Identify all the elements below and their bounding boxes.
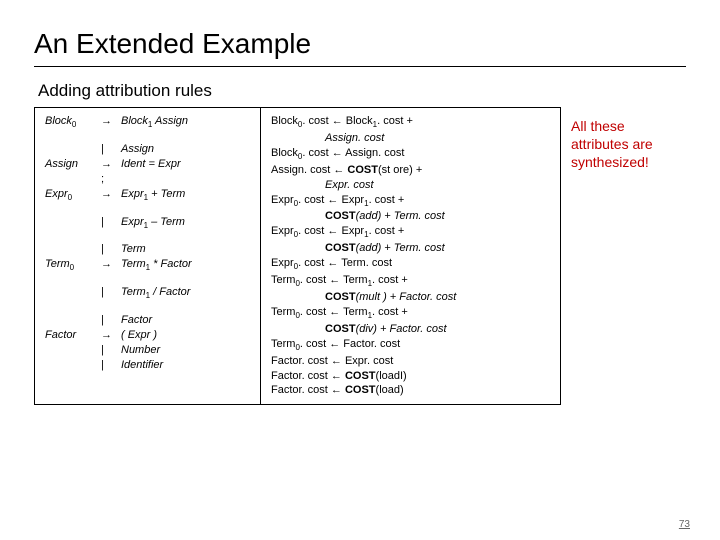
pipe-icon: | xyxy=(101,142,121,157)
t: (mult ) + Factor. cost xyxy=(356,291,457,303)
cost: COST xyxy=(325,242,356,254)
t: Expr. cost xyxy=(271,178,552,193)
t: Factor. cost ← xyxy=(271,370,345,382)
t: Expr xyxy=(271,194,294,206)
rhs: – Term xyxy=(148,216,185,228)
sub: 0 xyxy=(70,264,74,273)
cost: COST xyxy=(347,164,378,176)
t: (add) + Term. cost xyxy=(356,210,445,222)
rhs: Term xyxy=(121,286,146,298)
t: . cost + xyxy=(369,225,405,237)
t: (div) + Factor. cost xyxy=(356,323,447,335)
lhs: Block xyxy=(45,115,72,127)
semicolon: ; xyxy=(101,172,121,187)
rhs: / Factor xyxy=(150,286,190,298)
t: Assign. cost ← xyxy=(271,164,347,176)
t: Factor. cost ← xyxy=(271,384,345,396)
t: . cost + xyxy=(369,194,405,206)
content-row: Block0 → Block1 Assign |Assign Assign→Id… xyxy=(0,107,720,405)
sub: 0 xyxy=(72,120,76,129)
cost: COST xyxy=(345,370,376,382)
rhs: Block xyxy=(121,115,148,127)
pipe-icon: | xyxy=(101,358,121,373)
sub: 0 xyxy=(68,193,72,202)
t: . cost ← Expr xyxy=(298,194,364,206)
t: . cost ← Assign. cost xyxy=(302,147,404,159)
pipe-icon: | xyxy=(101,343,121,358)
rhs: Ident = Expr xyxy=(121,157,181,172)
rhs: * Factor xyxy=(150,258,192,270)
arrow-icon: → xyxy=(101,114,121,131)
t: (load) xyxy=(376,384,404,396)
grammar-productions: Block0 → Block1 Assign |Assign Assign→Id… xyxy=(35,108,260,404)
t: . cost ← Term xyxy=(300,274,368,286)
t: (add) + Term. cost xyxy=(356,242,445,254)
lhs: Factor xyxy=(45,328,101,343)
t: Block xyxy=(271,147,298,159)
rhs: Assign xyxy=(152,115,188,127)
cost: COST xyxy=(345,384,376,396)
pipe-icon: | xyxy=(101,285,121,302)
t: (st ore) + xyxy=(378,164,422,176)
t: (loadI) xyxy=(376,370,407,382)
rhs: Term xyxy=(121,258,146,270)
cost: COST xyxy=(325,210,356,222)
t: . cost + xyxy=(372,274,408,286)
cost: COST xyxy=(325,323,356,335)
t: Term xyxy=(271,338,295,350)
cost: COST xyxy=(325,291,356,303)
rhs: Identifier xyxy=(121,358,163,373)
rhs: + Term xyxy=(148,188,185,200)
t: Term xyxy=(271,306,295,318)
rhs: Expr xyxy=(121,216,144,228)
title-underline xyxy=(34,66,686,67)
slide-subtitle: Adding attribution rules xyxy=(0,81,720,107)
t: Term xyxy=(271,274,295,286)
arrow-icon: → xyxy=(101,157,121,172)
arrow-icon: → xyxy=(101,328,121,343)
grammar-table: Block0 → Block1 Assign |Assign Assign→Id… xyxy=(34,107,561,405)
t: Expr xyxy=(271,225,294,237)
t: . cost ← Expr xyxy=(298,225,364,237)
arrow-icon: → xyxy=(101,187,121,204)
t: Factor. cost ← Expr. cost xyxy=(271,354,552,369)
t: . cost + xyxy=(372,306,408,318)
lhs: Expr xyxy=(45,188,68,200)
t: . cost ← Term xyxy=(300,306,368,318)
t: . cost + xyxy=(377,115,413,127)
rhs: Expr xyxy=(121,188,144,200)
lhs: Assign xyxy=(45,157,101,172)
rhs: Assign xyxy=(121,142,154,157)
t: Assign. cost xyxy=(271,131,552,146)
callout-text: All these attributes are synthesized! xyxy=(571,107,681,172)
pipe-icon: | xyxy=(101,242,121,257)
page-number: 73 xyxy=(679,519,690,530)
t: . cost ← Factor. cost xyxy=(300,338,400,350)
rhs: Number xyxy=(121,343,160,358)
t: . cost ← Block xyxy=(302,115,372,127)
t: . cost ← Term. cost xyxy=(298,257,392,269)
slide-title: An Extended Example xyxy=(0,0,720,66)
rhs: ( Expr ) xyxy=(121,328,157,343)
arrow-icon: → xyxy=(101,257,121,274)
lhs: Term xyxy=(45,258,70,270)
t: Block xyxy=(271,115,298,127)
t: Expr xyxy=(271,257,294,269)
pipe-icon: | xyxy=(101,313,121,328)
rhs: Factor xyxy=(121,313,152,328)
attribution-rules: Block0. cost ← Block1. cost + Assign. co… xyxy=(260,108,560,404)
pipe-icon: | xyxy=(101,215,121,232)
rhs: Term xyxy=(121,242,146,257)
